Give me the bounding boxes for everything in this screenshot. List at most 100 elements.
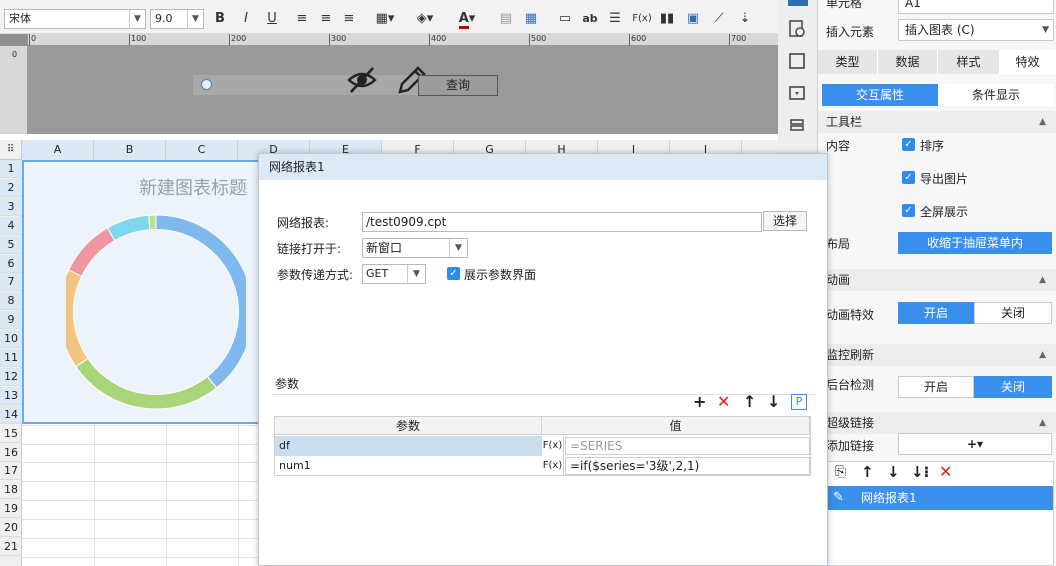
italic-button[interactable]: I [238,9,254,29]
row-header[interactable]: 10 [0,330,22,349]
column-header-c[interactable]: C [166,140,238,160]
fill-color-icon[interactable]: ◈▾ [412,9,438,29]
show-params-checkbox[interactable]: ✓ [447,267,460,280]
row-header[interactable]: 12 [0,367,22,386]
checkbox-export-image[interactable]: ✓ [902,171,915,184]
row-header[interactable]: 21 [0,538,22,556]
add-link-button[interactable]: +▾ [898,433,1052,455]
row-header[interactable]: 9 [0,311,22,330]
sort-icon[interactable]: ⇣ [736,9,754,29]
report-path-input[interactable]: /test0909.cpt [362,212,762,232]
font-size-select[interactable]: 9.0 ▼ [150,9,204,29]
row-header[interactable]: 13 [0,386,22,405]
row-header[interactable]: 5 [0,235,22,254]
monitor-on-button[interactable]: 开启 [898,376,974,398]
tab-effects[interactable]: 特效 [1000,50,1056,74]
bold-button[interactable]: B [212,9,228,29]
row-header[interactable]: 1 [0,160,22,178]
row-header[interactable]: 8 [0,292,22,311]
border-icon[interactable]: ▦▾ [372,9,398,29]
cell-attribute-icon[interactable] [788,0,808,6]
animation-on-button[interactable]: 开启 [898,302,974,324]
row-header[interactable]: 19 [0,500,22,519]
table-row[interactable]: num1 [275,456,542,476]
column-header-a[interactable]: A [22,140,94,160]
widget-settings-icon[interactable] [788,20,806,38]
copy-icon[interactable]: ⎘ [835,464,846,480]
row-header[interactable]: 17 [0,462,22,481]
row-header[interactable]: 16 [0,444,22,462]
frame-icon[interactable] [788,52,806,70]
checkbox-sort[interactable]: ✓ [902,138,915,151]
image-icon[interactable]: ▣ [684,9,702,29]
monitor-section-header[interactable]: 监控刷新 ▲ [818,344,1056,366]
row-header[interactable]: 4 [0,216,22,235]
arrow-up-icon[interactable]: ↑ [743,392,756,412]
formula-icon[interactable]: F(x) [542,436,564,456]
slash-icon[interactable]: ⟋ [710,9,728,29]
row-header[interactable]: 6 [0,254,22,273]
font-family-select[interactable]: 宋体 ▼ [4,9,146,29]
row-header[interactable]: 20 [0,519,22,538]
row-header[interactable]: 15 [0,425,22,443]
layers-icon[interactable] [788,116,806,134]
design-canvas[interactable]: 查询 [28,46,778,134]
freeze-icon[interactable]: ▤ [498,9,514,29]
merge-icon[interactable]: ▭ [556,9,574,29]
tab-type[interactable]: 类型 [818,50,878,74]
cell-field[interactable]: A1 [898,0,1054,14]
insert-element-select[interactable]: 插入图表 (C) ▼ [898,19,1054,41]
chart-icon[interactable]: ▮▮ [658,9,676,29]
tab-data[interactable]: 数据 [878,50,938,74]
table-row[interactable]: df [275,436,542,456]
row-header[interactable]: 2 [0,178,22,197]
row-header[interactable]: 14 [0,405,22,424]
param-value-input[interactable]: =if($series='3级',2,1) [565,457,810,475]
align-right-icon[interactable]: ≡ [341,9,357,29]
align-center-icon[interactable]: ≡ [318,9,334,29]
font-color-icon[interactable]: A▾ [452,9,482,29]
parameter-icon[interactable]: P [791,394,807,410]
animation-section-header[interactable]: 动画 ▲ [818,269,1056,291]
table-icon[interactable]: ▦ [522,9,540,29]
row-header[interactable]: 7 [0,273,22,292]
animation-off-button[interactable]: 关闭 [974,302,1052,324]
row-header[interactable]: 18 [0,481,22,500]
select-all-corner[interactable]: ⠿ [0,140,22,160]
hyperlink-section-header[interactable]: 超级链接 ▲ [818,412,1056,434]
formula-icon[interactable]: F(x) [632,9,652,29]
select-button[interactable]: 选择 [763,211,807,231]
text-icon[interactable]: ab [581,9,599,29]
delete-icon[interactable]: ✕ [717,392,730,412]
toolbar-section-header[interactable]: 工具栏 ▲ [818,111,1056,133]
arrow-up-icon[interactable]: ↑ [861,463,874,481]
link-item[interactable]: ✎ 网络报表1 [827,486,1053,510]
underline-button[interactable]: U [264,9,280,29]
paragraph-icon[interactable]: ☰ [606,9,624,29]
delete-icon[interactable]: ✕ [939,462,952,481]
tab-condition-display[interactable]: 条件显示 [938,84,1054,106]
tab-interaction[interactable]: 交互属性 [822,84,938,106]
radio-icon[interactable] [201,79,212,90]
formula-icon[interactable]: F(x) [542,456,564,476]
arrow-down-icon[interactable]: ↓ [767,392,780,412]
checkbox-fullscreen[interactable]: ✓ [902,204,915,217]
param-value-input[interactable]: =SERIES [565,437,810,455]
layout-select[interactable]: 收缩于抽屉菜单内 [898,232,1052,254]
arrow-down-icon[interactable]: ↓ [887,463,900,481]
chevron-down-icon: ▼ [1042,25,1049,35]
dropdown-icon[interactable] [788,84,806,102]
monitor-off-button[interactable]: 关闭 [974,376,1052,398]
query-button[interactable]: 查询 [418,75,498,96]
row-header[interactable]: 3 [0,197,22,216]
align-left-icon[interactable]: ≡ [294,9,310,29]
add-icon[interactable]: + [693,392,706,412]
tab-style[interactable]: 样式 [938,50,1000,74]
row-header[interactable]: 11 [0,349,22,367]
column-header-b[interactable]: B [94,140,166,160]
open-in-select[interactable]: 新窗口 ▼ [362,238,468,258]
method-select[interactable]: GET ▼ [362,264,426,284]
parameter-widget[interactable] [193,75,423,95]
chart-cell[interactable]: 新建图表标题 [22,160,262,424]
sort-down-icon[interactable]: ↓⁝ [911,463,929,481]
